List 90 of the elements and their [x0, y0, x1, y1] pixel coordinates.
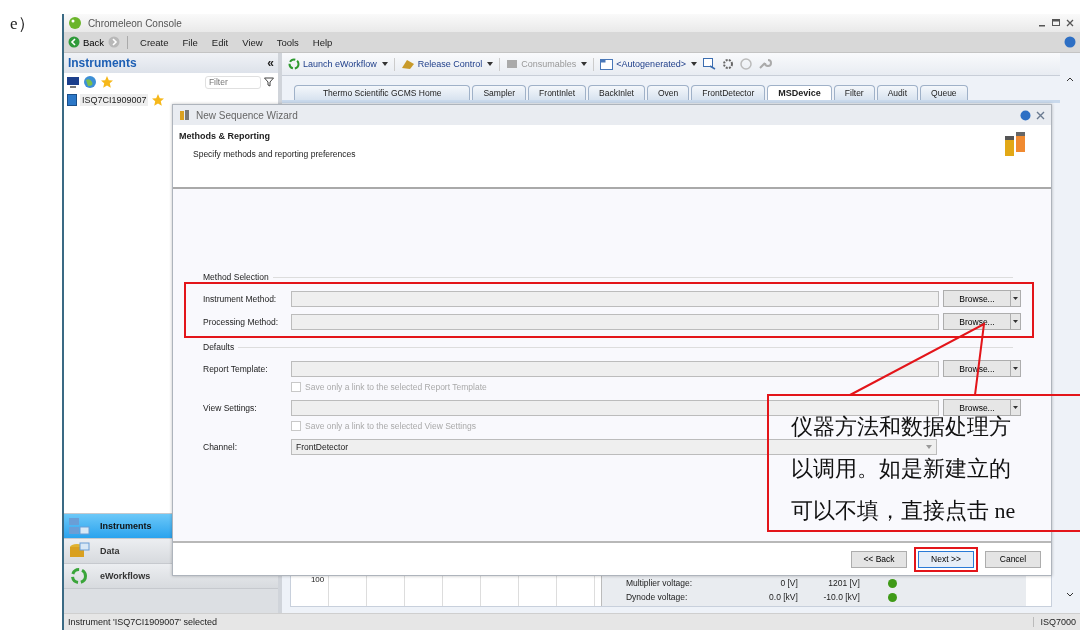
field-label: Instrument Method: [203, 293, 278, 304]
database-icon [67, 542, 90, 560]
tab[interactable]: Filter [833, 85, 875, 100]
toolbar-button[interactable]: Release Control [400, 58, 494, 70]
caret-icon[interactable] [381, 62, 388, 66]
tab[interactable]: Sampler [472, 85, 527, 100]
settings-icon[interactable] [721, 58, 734, 70]
back-button[interactable]: Back [67, 36, 104, 48]
status-instrument: ISQ7000 [1033, 617, 1076, 627]
vials-icon [1003, 131, 1027, 157]
monitor-icon[interactable] [65, 75, 80, 89]
menu-item[interactable]: File [177, 36, 203, 48]
filter-field[interactable]: Filter [204, 75, 261, 89]
path-field[interactable] [291, 360, 939, 377]
dropdown-button[interactable] [1011, 399, 1021, 416]
checkbox-label: Save only a link to the selected View Settings [305, 421, 476, 431]
tab[interactable]: Oven [647, 85, 690, 100]
annotation-text: 仪器方法和数据处理方 [791, 415, 1011, 439]
menu-item[interactable]: Help [307, 36, 338, 48]
annotation-text: 可以不填，直接点击 ne [791, 499, 1016, 523]
caret-icon[interactable] [1013, 297, 1018, 300]
channel-dropdown[interactable]: FrontDetector [291, 438, 937, 455]
window-layout-icon[interactable] [600, 58, 614, 70]
reading-label: Dynode voltage: [625, 592, 689, 602]
tab[interactable]: BackInlet [588, 85, 645, 100]
dropdown-button[interactable] [1011, 313, 1021, 330]
tab[interactable]: FrontInlet [528, 85, 586, 100]
panel-title: Instruments [67, 56, 137, 70]
dropdown-button[interactable] [1011, 360, 1021, 377]
dialog-title: New Sequence Wizard [196, 109, 298, 121]
actual-value: 0 [V] [779, 578, 798, 588]
caret-icon[interactable] [1013, 367, 1018, 370]
browse-button[interactable]: Browse... [943, 290, 1011, 307]
star-icon[interactable] [151, 93, 166, 107]
caret-icon[interactable] [690, 62, 697, 66]
instrument-item[interactable]: ISQ7CI1909007 [79, 94, 149, 106]
menu-item[interactable]: View [237, 36, 268, 48]
caret-icon[interactable] [487, 62, 494, 66]
close-icon[interactable] [1066, 19, 1074, 27]
field-label: Report Template: [203, 363, 269, 374]
group-title: Method Selection [203, 272, 269, 282]
instruments-icon [67, 517, 90, 535]
path-field[interactable] [291, 399, 939, 416]
reading-label: Multiplier voltage: [625, 578, 694, 588]
vials-icon [179, 109, 191, 121]
path-field[interactable] [291, 313, 939, 330]
menu-item[interactable]: Edit [206, 36, 234, 48]
status-message: Instrument 'ISQ7CI1909007' selected [67, 617, 217, 627]
dropdown-button[interactable] [1011, 290, 1021, 307]
path-field[interactable] [291, 290, 939, 307]
chameleon-logo-icon [67, 16, 82, 30]
setpoint-value: -10.0 [kV] [822, 592, 860, 602]
step-description: Specify methods and reporting preferences [192, 149, 357, 159]
tab[interactable]: FrontDetector [691, 85, 766, 100]
toolbar-button[interactable]: <Autogenerated> [600, 58, 697, 70]
collapse-button[interactable]: « [267, 56, 274, 70]
maximize-icon[interactable] [1052, 19, 1060, 27]
tab[interactable]: MSDevice [767, 85, 832, 100]
field-label: View Settings: [203, 402, 258, 413]
figure-label: e） [10, 14, 35, 33]
funnel-icon[interactable] [263, 77, 274, 87]
caret-icon[interactable] [1013, 320, 1018, 323]
menu-item[interactable]: Tools [271, 36, 304, 48]
browse-button[interactable]: Browse... [943, 313, 1011, 330]
checkbox-label: Save only a link to the selected Report Template [305, 382, 487, 392]
group-title: Defaults [203, 342, 235, 352]
export-icon[interactable] [702, 58, 716, 70]
field-label: Channel: [203, 441, 239, 452]
actual-value: 0.0 [kV] [768, 592, 798, 602]
menu-item[interactable]: Create [135, 36, 174, 48]
close-icon[interactable] [1036, 110, 1045, 120]
instrument-icon [66, 94, 77, 106]
wizard-button[interactable]: Cancel [985, 550, 1041, 568]
tab[interactable]: Audit [876, 85, 919, 100]
wizard-button[interactable]: << Back [851, 550, 907, 568]
annotation-text: 以调用。如是新建立的 [791, 457, 1011, 481]
tab[interactable]: Thermo Scientific GCMS Home [293, 85, 471, 100]
window-title: Chromeleon Console [87, 17, 182, 29]
star-icon[interactable] [99, 75, 114, 89]
tab[interactable]: Queue [920, 85, 968, 100]
setpoint-value: 1201 [V] [827, 578, 860, 588]
field-label: Processing Method: [203, 316, 280, 327]
cycle-arrows-icon[interactable] [287, 58, 300, 70]
browse-button[interactable]: Browse... [943, 399, 1011, 416]
scroll-down-icon[interactable] [1066, 592, 1074, 597]
caret-icon[interactable] [1013, 406, 1018, 409]
wizard-button[interactable]: Next >> [918, 550, 974, 568]
scroll-up-icon[interactable] [1066, 77, 1074, 82]
step-heading: Methods & Reporting [179, 131, 271, 141]
toolbar-button[interactable]: Launch eWorkflow [287, 58, 388, 70]
